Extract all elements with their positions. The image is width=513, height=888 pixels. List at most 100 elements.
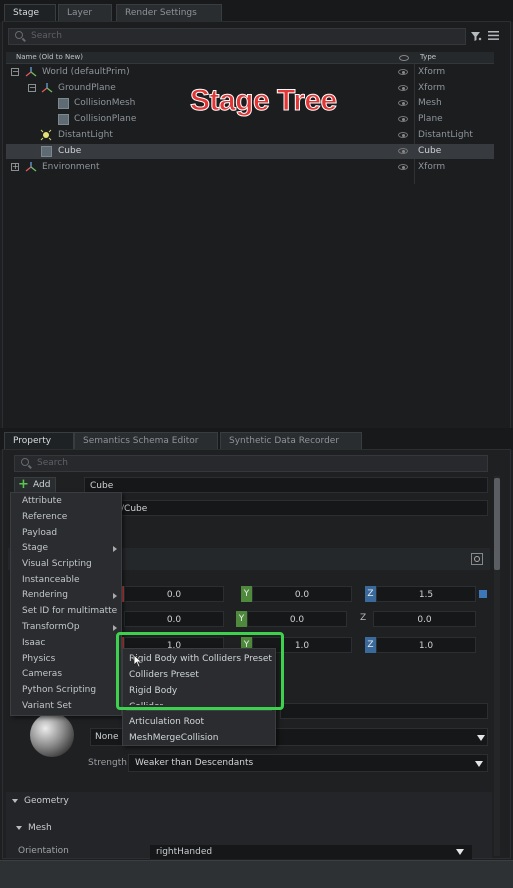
submenu-divider [126, 710, 272, 711]
rotate-z-field[interactable]: 0.0 [373, 611, 476, 627]
menu-item-visual-scripting[interactable]: Visual Scripting [22, 557, 92, 572]
scale-z-field[interactable]: 1.0 [376, 637, 476, 653]
visibility-eye-icon[interactable] [398, 116, 408, 122]
tree-row-distantlight[interactable]: DistantLight DistantLight [6, 128, 494, 143]
menu-item-attribute[interactable]: Attribute [22, 494, 62, 509]
material-preview-sphere [30, 713, 74, 757]
menu-item-variant-set[interactable]: Variant Set [22, 699, 72, 714]
visibility-eye-icon[interactable] [398, 85, 408, 91]
mesh-icon [58, 98, 69, 109]
tab-stage[interactable]: Stage [4, 4, 56, 21]
menu-item-rendering[interactable]: Rendering [22, 588, 68, 603]
menu-item-stage[interactable]: Stage [22, 541, 48, 556]
collapse-icon[interactable]: − [11, 68, 19, 76]
tab-synthetic-data-recorder[interactable]: Synthetic Data Recorder [220, 432, 362, 449]
dropdown-arrow-icon [456, 849, 464, 855]
hamburger-menu-icon[interactable] [488, 30, 499, 41]
menu-item-set-id-multimatte[interactable]: Set ID for multimatte [22, 604, 117, 619]
tab-semantics-schema-editor[interactable]: Semantics Schema Editor [74, 432, 218, 449]
collapse-icon[interactable]: − [28, 84, 36, 92]
visibility-eye-icon[interactable] [398, 69, 408, 75]
search-icon [15, 31, 23, 39]
visibility-eye-icon[interactable] [398, 132, 408, 138]
orientation-value: rightHanded [156, 847, 213, 857]
y-axis-label: Y [241, 586, 252, 602]
filter-icon[interactable] [470, 30, 482, 42]
tab-render-settings[interactable]: Render Settings [116, 4, 222, 21]
material-input-field[interactable] [280, 703, 488, 719]
menu-item-transformop[interactable]: TransformOp [22, 620, 80, 635]
material-none-label: None [95, 732, 119, 742]
collapse-arrow-icon [12, 799, 18, 803]
visibility-eye-icon[interactable] [398, 148, 408, 154]
property-search-input[interactable]: Search [14, 455, 488, 472]
tab-property[interactable]: Property [4, 432, 74, 449]
orientation-dropdown[interactable]: rightHanded [150, 845, 472, 859]
mesh-label: Mesh [28, 823, 52, 833]
rotate-x-field[interactable]: 0.0 [124, 611, 224, 627]
orientation-label: Orientation [18, 846, 69, 856]
property-scrollbar-thumb[interactable] [494, 478, 500, 570]
rotate-y-field[interactable]: 0.0 [247, 611, 347, 627]
translate-y-field[interactable]: 0.0 [252, 586, 352, 602]
tree-row-label: Environment [42, 162, 100, 172]
stage-column-header: Name (Old to New) Type [6, 52, 494, 64]
tree-row-label: Cube [58, 146, 82, 156]
visibility-eye-icon[interactable] [398, 100, 408, 106]
geometry-label: Geometry [24, 796, 69, 806]
y-axis-label: Y [236, 611, 247, 627]
visibility-eye-icon[interactable] [398, 164, 408, 170]
xform-icon [25, 67, 37, 77]
dropdown-arrow-icon [477, 735, 485, 741]
submenu-item-articulation-root[interactable]: Articulation Root [129, 715, 204, 730]
cube-icon [41, 146, 52, 157]
stage-search-input[interactable]: Search [8, 28, 466, 45]
tree-row-type: Xform [418, 83, 446, 93]
tree-row-world[interactable]: − World (defaultPrim) Xform [6, 65, 494, 80]
submenu-arrow-icon [113, 625, 117, 631]
column-type-header[interactable]: Type [420, 53, 436, 61]
menu-item-physics[interactable]: Physics [22, 652, 55, 667]
property-search-placeholder: Search [37, 458, 68, 468]
menu-item-cameras[interactable]: Cameras [22, 667, 62, 682]
keyframe-icon[interactable] [479, 590, 487, 598]
menu-item-instanceable[interactable]: Instanceable [22, 573, 80, 588]
z-axis-label: Z [365, 637, 376, 653]
rotate-z-label: Z [360, 613, 367, 623]
tree-row-label: GroundPlane [58, 83, 116, 93]
strength-dropdown[interactable]: Weaker than Descendants [128, 754, 488, 772]
strength-value: Weaker than Descendants [135, 758, 254, 768]
expand-icon[interactable]: + [11, 163, 19, 171]
prim-path-field: /Cube [118, 500, 488, 516]
menu-item-python-scripting[interactable]: Python Scripting [22, 683, 96, 698]
translate-x-field[interactable]: 0.0 [124, 586, 224, 602]
add-button[interactable]: + Add [14, 477, 56, 493]
plus-icon: + [18, 477, 29, 492]
visibility-header-icon [399, 55, 409, 61]
menu-item-reference[interactable]: Reference [22, 510, 67, 525]
translate-z-field[interactable]: 1.5 [376, 586, 476, 602]
xform-icon [41, 83, 53, 93]
menu-item-isaac[interactable]: Isaac [22, 636, 45, 651]
menu-item-payload[interactable]: Payload [22, 526, 57, 541]
bottom-bar [0, 860, 513, 888]
light-icon [40, 129, 52, 141]
tree-row-type: Cube [418, 146, 442, 156]
submenu-item-meshmergecollision[interactable]: MeshMergeCollision [129, 731, 218, 746]
tree-row-label: CollisionMesh [74, 98, 136, 108]
column-name-header[interactable]: Name (Old to New) [16, 53, 83, 61]
tree-row-type: Mesh [418, 98, 442, 108]
prim-name-field[interactable]: Cube [84, 477, 488, 493]
add-button-label: Add [33, 480, 51, 490]
xform-icon [25, 162, 37, 172]
tree-row-environment[interactable]: + Environment Xform [6, 160, 494, 175]
submenu-arrow-icon [113, 546, 117, 552]
tree-row-cube[interactable]: Cube Cube [6, 144, 494, 159]
transform-options-icon[interactable] [471, 553, 483, 565]
stage-tree-annotation: Stage Tree [190, 84, 338, 118]
plane-icon [58, 114, 69, 125]
tree-row-type: Xform [418, 67, 446, 77]
highlight-box [116, 632, 284, 710]
tab-layer[interactable]: Layer [58, 4, 112, 21]
dropdown-arrow-icon [475, 761, 483, 767]
